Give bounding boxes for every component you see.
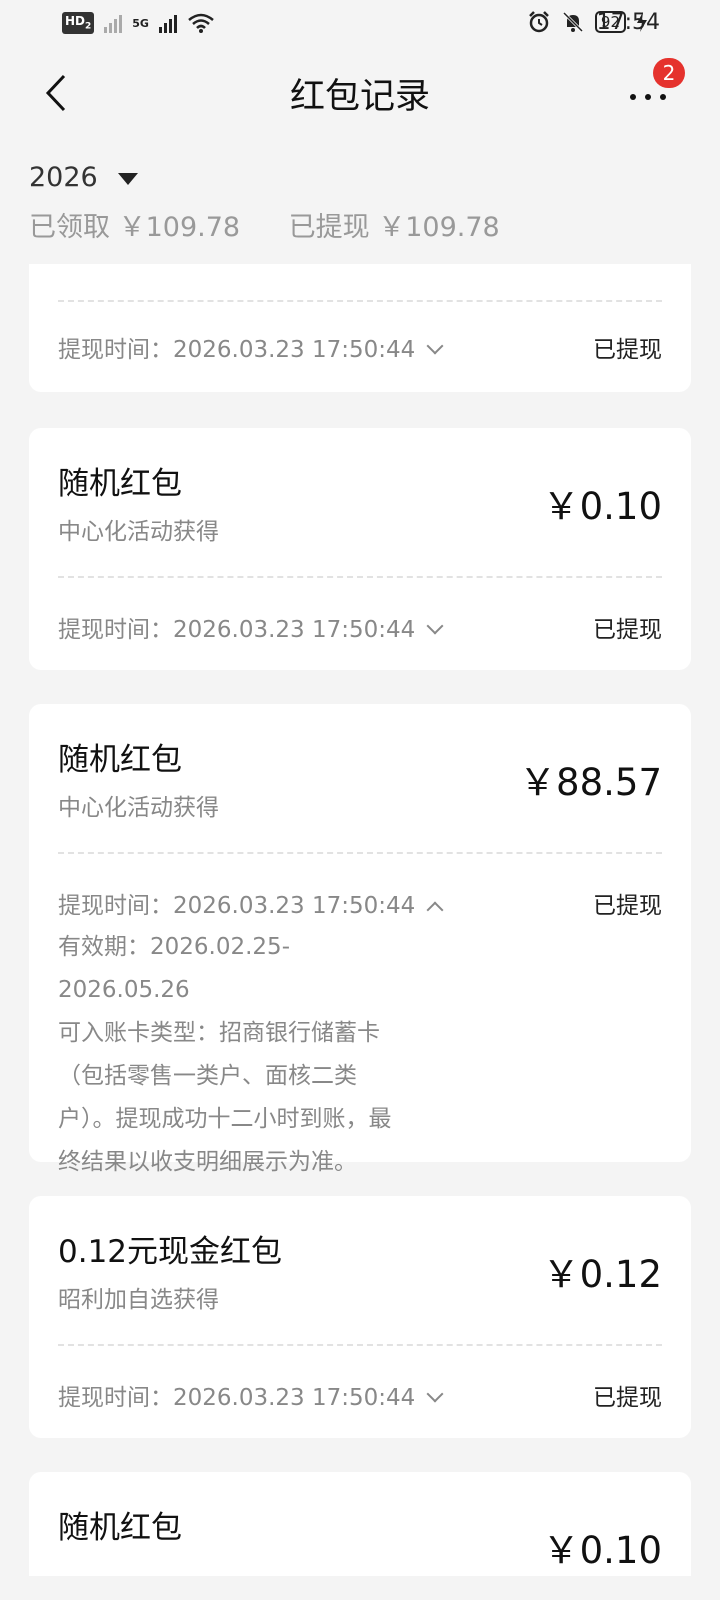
dashed-divider xyxy=(58,1344,662,1346)
record-source: 中心化活动获得 xyxy=(58,795,219,821)
record-card[interactable]: 随机红包 ￥0.10 xyxy=(29,1472,691,1576)
detail-line: 可入账卡类型：招商银行储蓄卡 xyxy=(58,1020,380,1046)
nav-header: 红包记录 xyxy=(0,48,720,138)
record-source: 中心化活动获得 xyxy=(58,519,219,545)
record-name: 0.12元现金红包 xyxy=(58,1234,283,1270)
signal-sim2-icon xyxy=(158,13,177,33)
more-dot-icon xyxy=(630,94,636,100)
withdraw-time: 提现时间：2026.03.23 17:50:44 xyxy=(58,893,416,919)
status-label: 已提现 xyxy=(593,617,662,643)
year-selector[interactable]: 2026 xyxy=(29,162,98,193)
detail-line: 终结果以收支明细展示为准。 xyxy=(58,1149,357,1175)
record-amount: ￥0.10 xyxy=(542,1529,662,1572)
received-total: 已领取 ￥109.78 xyxy=(29,212,241,243)
status-left: HD2 5G xyxy=(62,12,215,34)
record-amount: ￥0.10 xyxy=(542,485,662,528)
record-detail: 有效期：2026.02.25-2026.05.26 可入账卡类型：招商银行储蓄卡… xyxy=(58,926,418,1184)
status-label: 已提现 xyxy=(593,337,662,363)
net-type-label: 5G xyxy=(132,16,149,30)
dashed-divider xyxy=(58,300,662,302)
bottom-gesture-area xyxy=(0,1576,720,1600)
withdraw-time-row[interactable]: 提现时间：2026.03.23 17:50:44 xyxy=(58,1378,444,1412)
status-label: 已提现 xyxy=(593,893,662,919)
hd-badge: HD2 xyxy=(62,12,95,34)
wifi-icon xyxy=(188,13,214,33)
status-bar: HD2 5G 92 17:54 xyxy=(0,0,720,48)
mute-bell-icon xyxy=(562,11,583,33)
page-title: 红包记录 xyxy=(289,77,430,117)
caret-down-icon[interactable] xyxy=(118,173,138,185)
withdraw-time: 提现时间：2026.03.23 17:50:44 xyxy=(58,617,416,643)
record-amount: ￥0.12 xyxy=(542,1253,662,1296)
chevron-down-icon xyxy=(426,617,444,635)
summary-totals: 已领取 ￥109.78 已提现 ￥109.78 xyxy=(29,205,540,244)
withdraw-time-row[interactable]: 提现时间：2026.03.23 17:50:44 xyxy=(58,610,444,644)
chevron-up-icon xyxy=(426,901,444,919)
withdraw-time: 提现时间：2026.03.23 17:50:44 xyxy=(58,1385,416,1411)
detail-line: 有效期：2026.02.25-2026.05.26 xyxy=(58,934,290,1003)
record-name: 随机红包 xyxy=(58,742,182,778)
record-name: 随机红包 xyxy=(58,466,182,502)
dashed-divider xyxy=(58,576,662,578)
withdraw-time-row[interactable]: 提现时间：2026.03.23 17:50:44 xyxy=(58,886,444,920)
chevron-down-icon xyxy=(426,1385,444,1403)
signal-sim1-icon xyxy=(104,13,123,33)
withdraw-time: 提现时间：2026.03.23 17:50:44 xyxy=(58,337,416,363)
withdrawn-total: 已提现 ￥109.78 xyxy=(288,212,500,243)
record-card[interactable]: 随机红包 中心化活动获得 ￥0.10 提现时间：2026.03.23 17:50… xyxy=(29,428,691,670)
status-label: 已提现 xyxy=(593,1385,662,1411)
record-card[interactable]: 随机红包 中心化活动获得 ￥88.57 提现时间：2026.03.23 17:5… xyxy=(29,704,691,1175)
more-dot-icon xyxy=(645,94,651,100)
record-card[interactable]: 0.12元现金红包 昭利加自选获得 ￥0.12 提现时间：2026.03.23 … xyxy=(29,1196,691,1438)
detail-line: 户）。提现成功十二小时到账，最 xyxy=(58,1106,392,1132)
chevron-down-icon xyxy=(426,337,444,355)
record-name: 随机红包 xyxy=(58,1510,182,1546)
alarm-icon xyxy=(529,11,549,33)
more-dot-icon xyxy=(660,94,666,100)
record-card[interactable]: 提现时间：2026.03.23 17:50:44 已提现 xyxy=(29,264,691,392)
record-amount: ￥88.57 xyxy=(519,761,662,804)
record-list[interactable]: 提现时间：2026.03.23 17:50:44 已提现 随机红包 中心化活动获… xyxy=(0,264,720,1576)
dashed-divider xyxy=(58,852,662,854)
detail-line: （包括零售一类户、面核二类 xyxy=(58,1063,357,1089)
clock-time: 17:54 xyxy=(596,10,660,35)
notification-badge: 2 xyxy=(653,58,685,88)
withdraw-time-row[interactable]: 提现时间：2026.03.23 17:50:44 xyxy=(58,330,444,364)
record-source: 昭利加自选获得 xyxy=(58,1287,219,1313)
